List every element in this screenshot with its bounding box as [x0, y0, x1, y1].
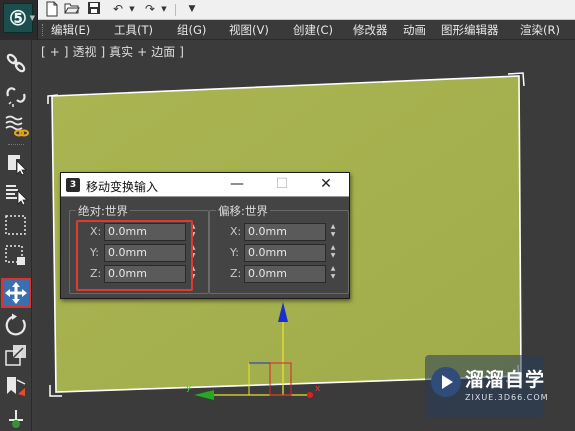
- scale-icon[interactable]: [3, 342, 29, 368]
- dialog-title-bar[interactable]: 3 移动变换输入 — ☐ ✕: [61, 173, 349, 197]
- offset-y-row: Y: 0.0mm ▲ ▼: [216, 244, 344, 262]
- spinner-icon[interactable]: ▲ ▼: [328, 244, 338, 262]
- toolbar-grip[interactable]: [42, 24, 45, 36]
- menu-create[interactable]: 创建(C): [293, 23, 333, 37]
- offset-world-label: 偏移:世界: [216, 203, 270, 219]
- offset-x-row: X: 0.0mm ▲ ▼: [216, 223, 344, 241]
- application-button[interactable]: ⑤ ▼: [0, 0, 38, 40]
- select-by-name-icon[interactable]: [3, 180, 29, 206]
- play-icon: [431, 367, 461, 397]
- customize-icon[interactable]: ▼: [184, 1, 200, 18]
- offset-world-group: 偏移:世界 X: 0.0mm ▲ ▼ Y: 0.0mm ▲ ▼ Z: 0.0mm ▲…: [209, 203, 349, 294]
- offset-x-input[interactable]: 0.0mm: [244, 223, 326, 241]
- new-file-icon[interactable]: [44, 1, 60, 18]
- menu-bar: 编辑(E) 工具(T) 组(G) 视图(V) 创建(C) 修改器 动画 图形编辑…: [38, 20, 575, 40]
- axis-label: X:: [230, 225, 242, 238]
- menu-tools[interactable]: 工具(T): [114, 23, 153, 37]
- chevron-down-icon[interactable]: ▼: [124, 1, 140, 18]
- axis-label: Y:: [230, 246, 239, 259]
- move-transform-type-in-dialog: 3 移动变换输入 — ☐ ✕ 绝对:世界 X: 0.0mm ▲ ▼ Y: 0.0m…: [60, 172, 350, 299]
- offset-y-input[interactable]: 0.0mm: [244, 244, 326, 262]
- rectangle-region-icon[interactable]: [3, 212, 29, 238]
- spinner-icon[interactable]: ▲ ▼: [328, 223, 338, 241]
- move-icon[interactable]: [1, 278, 31, 308]
- app-logo-icon: ⑤: [3, 3, 33, 33]
- watermark-title: 溜溜自学: [465, 369, 546, 391]
- dialog-app-icon: 3: [66, 178, 80, 192]
- main-toolbar: [0, 40, 32, 431]
- menu-views[interactable]: 视图(V): [229, 23, 269, 37]
- chevron-down-icon: ▼: [29, 14, 35, 22]
- axis-label: Z:: [230, 267, 242, 280]
- highlight-annotation: [76, 220, 193, 291]
- menu-graph-editors[interactable]: 图形编辑器: [441, 23, 499, 37]
- select-object-icon[interactable]: [3, 150, 29, 176]
- menu-group[interactable]: 组(G): [177, 23, 206, 37]
- chevron-down-icon[interactable]: ▼: [156, 1, 172, 18]
- open-folder-icon[interactable]: [64, 1, 80, 18]
- save-icon[interactable]: [86, 1, 102, 18]
- rotate-icon[interactable]: [3, 312, 29, 338]
- window-crossing-icon[interactable]: [3, 242, 29, 268]
- link-icon[interactable]: [3, 50, 29, 76]
- mirror-icon[interactable]: [3, 374, 29, 400]
- gizmo-x-label: x: [315, 384, 321, 394]
- absolute-world-label: 绝对:世界: [76, 203, 130, 219]
- close-button[interactable]: ✕: [312, 173, 340, 196]
- offset-z-row: Z: 0.0mm ▲ ▼: [216, 265, 344, 283]
- gizmo-x-endpoint: [307, 392, 313, 398]
- gizmo-y-arrow: [194, 390, 214, 400]
- bind-space-warp-icon[interactable]: [3, 112, 29, 138]
- unlink-icon[interactable]: [3, 82, 29, 108]
- minimize-button[interactable]: —: [223, 173, 251, 196]
- menu-rendering[interactable]: 渲染(R): [520, 23, 560, 37]
- quick-access-toolbar: ↶ ▼ ↷ ▼ ▼: [38, 0, 575, 20]
- maximize-button: ☐: [275, 176, 289, 192]
- gizmo-y-label: y: [186, 383, 192, 393]
- snap-icon[interactable]: [3, 406, 29, 431]
- toolbar-divider: [8, 144, 24, 146]
- offset-z-input[interactable]: 0.0mm: [244, 265, 326, 283]
- menu-edit[interactable]: 编辑(E): [51, 23, 90, 37]
- menu-animation[interactable]: 动画: [403, 23, 426, 37]
- watermark-subtitle: ZIXUE.3D66.COM: [465, 393, 549, 402]
- divider: [175, 4, 176, 16]
- dialog-title: 移动变换输入: [86, 180, 159, 194]
- menu-modifiers[interactable]: 修改器: [353, 23, 388, 37]
- spinner-icon[interactable]: ▲ ▼: [328, 265, 338, 283]
- watermark: 溜溜自学 ZIXUE.3D66.COM: [425, 355, 548, 418]
